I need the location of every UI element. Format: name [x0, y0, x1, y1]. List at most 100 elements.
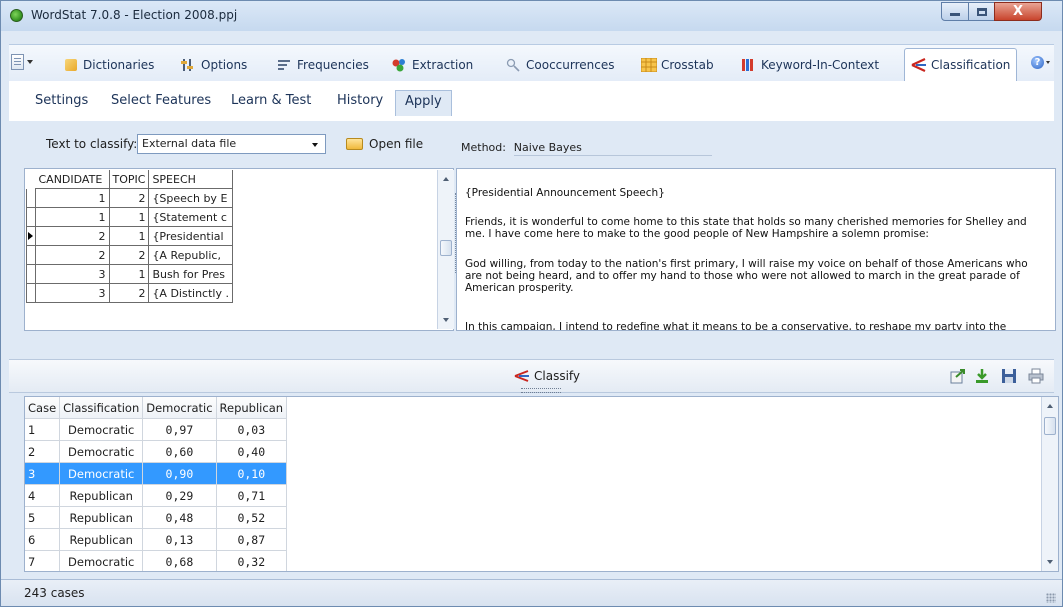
- splitter-grip[interactable]: [521, 388, 561, 393]
- input-grid-scrollbar[interactable]: [437, 170, 454, 329]
- speech-cell[interactable]: {Presidential: [148, 226, 233, 246]
- subtab-select-features[interactable]: Select Features: [111, 93, 211, 108]
- minimize-button[interactable]: [941, 2, 969, 21]
- democratic-prob-cell[interactable]: 0,48: [142, 506, 217, 529]
- republican-prob-cell[interactable]: 0,52: [216, 506, 288, 529]
- topic-cell[interactable]: 2: [109, 245, 150, 265]
- export-icon[interactable]: [950, 368, 966, 384]
- case-cell[interactable]: 4: [25, 484, 61, 507]
- tab-extraction[interactable]: Extraction: [392, 51, 473, 79]
- current-row-arrow-icon[interactable]: [26, 226, 36, 246]
- column-header[interactable]: Republican: [216, 397, 288, 419]
- candidate-cell[interactable]: 2: [35, 245, 110, 265]
- download-icon[interactable]: [974, 368, 990, 384]
- candidate-table[interactable]: CANDIDATE TOPIC SPEECH 1 2 {Speech by E 1 1{…: [26, 170, 233, 303]
- help-button[interactable]: ?: [1031, 52, 1057, 72]
- classification-cell[interactable]: Republican: [59, 506, 144, 529]
- candidate-row[interactable]: 3 2 {A Distinctly .: [26, 283, 233, 303]
- democratic-prob-cell[interactable]: 0,60: [142, 440, 217, 463]
- results-scrollbar[interactable]: [1041, 397, 1058, 571]
- column-header[interactable]: TOPIC: [109, 170, 150, 189]
- row-indicator[interactable]: [26, 283, 36, 303]
- candidate-cell[interactable]: 1: [35, 188, 110, 208]
- classification-cell[interactable]: Republican: [59, 484, 144, 507]
- close-button[interactable]: X: [994, 2, 1042, 21]
- subtab-learn-test[interactable]: Learn & Test: [231, 93, 311, 108]
- topic-cell[interactable]: 1: [109, 264, 150, 284]
- result-row[interactable]: 6 Republican 0,13 0,87: [25, 528, 288, 551]
- republican-prob-cell[interactable]: 0,10: [216, 462, 288, 485]
- case-cell[interactable]: 2: [25, 440, 61, 463]
- candidate-row[interactable]: 1 2 {Speech by E: [26, 188, 233, 208]
- republican-prob-cell[interactable]: 0,32: [216, 550, 288, 571]
- case-cell[interactable]: 1: [25, 418, 61, 441]
- open-file-button[interactable]: Open file: [346, 135, 423, 153]
- tab-crosstab[interactable]: Crosstab: [640, 51, 714, 79]
- republican-prob-cell[interactable]: 0,40: [216, 440, 288, 463]
- scroll-thumb[interactable]: [1044, 417, 1056, 435]
- candidate-row[interactable]: 2 2 {A Republic,: [26, 245, 233, 265]
- result-row[interactable]: 5 Republican 0,48 0,52: [25, 506, 288, 529]
- classification-results-grid[interactable]: Case Classification Democratic Republica…: [24, 396, 1059, 572]
- text-to-classify-select[interactable]: External data file: [137, 134, 326, 154]
- democratic-prob-cell[interactable]: 0,68: [142, 550, 217, 571]
- tab-classification[interactable]: Classification: [904, 48, 1018, 81]
- tab-options[interactable]: Options: [181, 51, 247, 79]
- tab-frequencies[interactable]: Frequencies: [277, 51, 369, 79]
- row-indicator[interactable]: [26, 245, 36, 265]
- classification-cell[interactable]: Democratic: [59, 462, 144, 485]
- maximize-button[interactable]: [968, 2, 995, 21]
- democratic-prob-cell[interactable]: 0,97: [142, 418, 217, 441]
- classification-cell[interactable]: Democratic: [59, 418, 144, 441]
- column-header[interactable]: Classification: [59, 397, 144, 419]
- column-header[interactable]: Case: [25, 397, 61, 419]
- scroll-up-icon[interactable]: [443, 177, 449, 181]
- topic-cell[interactable]: 2: [109, 188, 150, 208]
- scroll-down-icon[interactable]: [443, 318, 449, 322]
- republican-prob-cell[interactable]: 0,71: [216, 484, 288, 507]
- classify-button[interactable]: Classify: [514, 367, 580, 385]
- scroll-thumb[interactable]: [440, 240, 452, 256]
- candidate-row[interactable]: 3 1 Bush for Pres: [26, 264, 233, 284]
- speech-cell[interactable]: {Speech by E: [148, 188, 233, 208]
- republican-prob-cell[interactable]: 0,87: [216, 528, 288, 551]
- classification-cell[interactable]: Democratic: [59, 440, 144, 463]
- subtab-history[interactable]: History: [337, 93, 383, 108]
- topic-cell[interactable]: 2: [109, 283, 150, 303]
- democratic-prob-cell[interactable]: 0,29: [142, 484, 217, 507]
- candidate-cell[interactable]: 3: [35, 283, 110, 303]
- speech-cell[interactable]: {Statement c: [148, 207, 233, 227]
- case-cell[interactable]: 7: [25, 550, 61, 571]
- row-indicator[interactable]: [26, 264, 36, 284]
- democratic-prob-cell[interactable]: 0,13: [142, 528, 217, 551]
- speech-cell[interactable]: {A Republic,: [148, 245, 233, 265]
- tab-dictionaries[interactable]: Dictionaries: [65, 51, 154, 79]
- case-cell[interactable]: 3: [25, 462, 61, 485]
- topic-cell[interactable]: 1: [109, 207, 150, 227]
- column-header[interactable]: CANDIDATE: [35, 170, 110, 189]
- column-header[interactable]: SPEECH: [148, 170, 233, 189]
- column-header[interactable]: Democratic: [142, 397, 217, 419]
- save-icon[interactable]: [1001, 368, 1017, 384]
- case-cell[interactable]: 5: [25, 506, 61, 529]
- scroll-down-icon[interactable]: [1047, 560, 1053, 564]
- candidate-row[interactable]: 2 1 {Presidential: [26, 226, 233, 246]
- resize-grip-icon[interactable]: [1046, 593, 1056, 603]
- result-row[interactable]: 3 Democratic 0,90 0,10: [25, 462, 288, 485]
- speech-cell[interactable]: Bush for Pres: [148, 264, 233, 284]
- subtab-settings[interactable]: Settings: [35, 93, 88, 108]
- result-row[interactable]: 2 Democratic 0,60 0,40: [25, 440, 288, 463]
- row-indicator[interactable]: [26, 207, 36, 227]
- row-indicator[interactable]: [26, 188, 36, 208]
- democratic-prob-cell[interactable]: 0,90: [142, 462, 217, 485]
- print-icon[interactable]: [1028, 368, 1044, 384]
- candidate-row[interactable]: 1 1 {Statement c: [26, 207, 233, 227]
- classification-cell[interactable]: Democratic: [59, 550, 144, 571]
- tab-cooccurrences[interactable]: Cooccurrences: [506, 51, 614, 79]
- classification-cell[interactable]: Republican: [59, 528, 144, 551]
- republican-prob-cell[interactable]: 0,03: [216, 418, 288, 441]
- result-row[interactable]: 7 Democratic 0,68 0,32: [25, 550, 288, 571]
- tab-keyword-in-context[interactable]: Keyword-In-Context: [741, 51, 879, 79]
- result-row[interactable]: 4 Republican 0,29 0,71: [25, 484, 288, 507]
- candidate-cell[interactable]: 3: [35, 264, 110, 284]
